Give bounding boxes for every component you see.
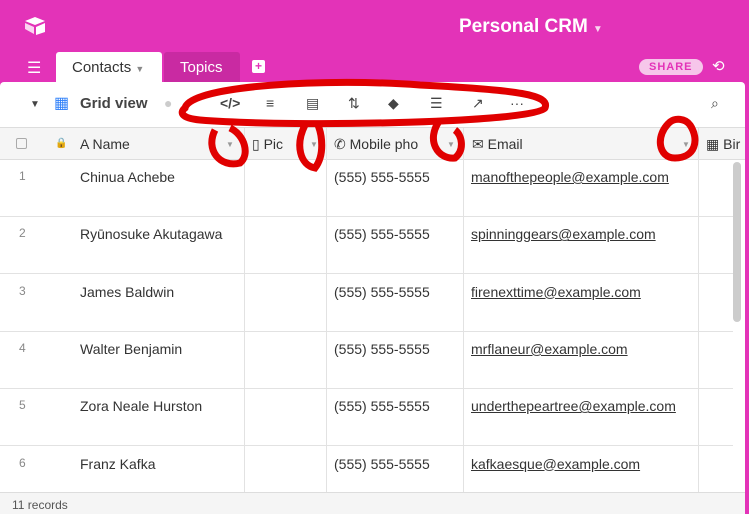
color-icon[interactable]: ◆ (388, 95, 399, 112)
table-row[interactable]: 4 Walter Benjamin (555) 555-5555 mrflane… (0, 332, 733, 389)
cell-name[interactable]: Walter Benjamin (80, 341, 182, 357)
row-height-icon[interactable]: ☰ (430, 95, 443, 112)
row-number: 1 (19, 169, 26, 183)
cell-email[interactable]: underthepeartree@example.com (471, 398, 676, 414)
base-title[interactable]: Personal CRM ▼ (459, 16, 603, 38)
view-name[interactable]: Grid view (80, 95, 148, 112)
share-button[interactable]: SHARE (639, 59, 703, 75)
cell-mobile-phone[interactable]: (555) 555-5555 (334, 284, 430, 300)
group-icon[interactable]: ▤ (306, 95, 319, 112)
column-header-email[interactable]: ✉ Email (472, 136, 523, 153)
cell-email[interactable]: manofthepeople@example.com (471, 169, 669, 185)
cell-name[interactable]: Ryūnosuke Akutagawa (80, 226, 222, 242)
cell-mobile-phone[interactable]: (555) 555-5555 (334, 398, 430, 414)
tab-topics[interactable]: Topics (164, 52, 240, 82)
cell-mobile-phone[interactable]: (555) 555-5555 (334, 169, 430, 185)
cell-mobile-phone[interactable]: (555) 555-5555 (334, 341, 430, 357)
cell-mobile-phone[interactable]: (555) 555-5555 (334, 456, 430, 472)
row-number: 6 (19, 455, 26, 470)
filter-icon[interactable]: ≡ (266, 95, 274, 111)
footer-bar: 11 records (0, 492, 745, 514)
view-toolbar: ▼ ▦ Grid view ● </> ≡ ▤ ⇅ ◆ ☰ ↗ ··· ⌕ (0, 82, 745, 128)
table-row[interactable]: 2 Ryūnosuke Akutagawa (555) 555-5555 spi… (0, 217, 733, 275)
share-view-icon[interactable]: ↗ (472, 95, 484, 112)
sort-icon[interactable]: ⇅ (348, 95, 360, 112)
grid-icon: ▦ (54, 95, 70, 112)
row-number: 4 (19, 340, 26, 355)
row-number: 2 (19, 226, 26, 241)
cell-email[interactable]: firenexttime@example.com (471, 284, 641, 300)
add-table-button[interactable]: + (252, 60, 265, 73)
table-row[interactable]: 5 Zora Neale Hurston (555) 555-5555 unde… (0, 389, 733, 447)
row-number: 5 (19, 398, 26, 413)
cell-mobile-phone[interactable]: (555) 555-5555 (334, 226, 430, 242)
history-icon[interactable]: ⟲ (712, 57, 725, 75)
chevron-down-icon[interactable]: ▼ (226, 140, 234, 149)
tab-contacts[interactable]: Contacts ▼ (56, 52, 162, 82)
hamburger-menu-icon[interactable]: ☰ (27, 58, 41, 78)
column-header-name[interactable]: A Name (80, 136, 130, 152)
collaborators-icon[interactable]: ● (164, 95, 172, 111)
chevron-down-icon: ▼ (592, 24, 603, 35)
app-header: Personal CRM ▼ (0, 0, 749, 50)
cell-name[interactable]: Chinua Achebe (80, 169, 175, 185)
more-icon[interactable]: ··· (510, 95, 524, 111)
select-all-checkbox[interactable] (16, 138, 27, 149)
cell-name[interactable]: James Baldwin (80, 284, 174, 300)
column-header-row: 🔒 A Name ▼ ▯ Pic ▼ ✆ Mobile pho ▼ ✉ Emai… (0, 128, 745, 160)
column-header-mobile-phone[interactable]: ✆ Mobile pho (334, 136, 418, 153)
cell-name[interactable]: Franz Kafka (80, 456, 155, 472)
chevron-down-icon: ▼ (135, 64, 145, 74)
lock-icon: 🔒 (55, 138, 68, 149)
record-count: 11 records (12, 498, 68, 512)
vertical-scrollbar[interactable] (733, 162, 741, 322)
table-row[interactable]: 1 Chinua Achebe (555) 555-5555 manofthep… (0, 160, 733, 217)
tab-bar: ☰ Contacts ▼ Topics + SHARE ⟲ (0, 50, 749, 82)
cell-email[interactable]: mrflaneur@example.com (471, 341, 628, 357)
cell-name[interactable]: Zora Neale Hurston (80, 398, 202, 414)
cell-email[interactable]: kafkaesque@example.com (471, 456, 640, 472)
search-icon[interactable]: ⌕ (711, 95, 719, 112)
airtable-logo-icon[interactable] (24, 16, 46, 36)
row-number: 3 (19, 283, 26, 298)
column-header-birthday[interactable]: ▦ Bir (706, 136, 740, 153)
chevron-down-icon[interactable]: ▼ (682, 140, 690, 149)
chevron-down-icon[interactable]: ▼ (447, 140, 455, 149)
column-header-pic[interactable]: ▯ Pic (252, 136, 283, 153)
hide-fields-icon[interactable]: </> (220, 95, 240, 111)
table-row[interactable]: 3 James Baldwin (555) 555-5555 firenextt… (0, 275, 733, 332)
chevron-down-icon[interactable]: ▼ (310, 140, 318, 149)
cell-email[interactable]: spinninggears@example.com (471, 226, 656, 242)
collapse-icon[interactable]: ▼ (30, 99, 40, 110)
grid-panel: ▼ ▦ Grid view ● </> ≡ ▤ ⇅ ◆ ☰ ↗ ··· ⌕ 🔒 … (0, 82, 745, 514)
